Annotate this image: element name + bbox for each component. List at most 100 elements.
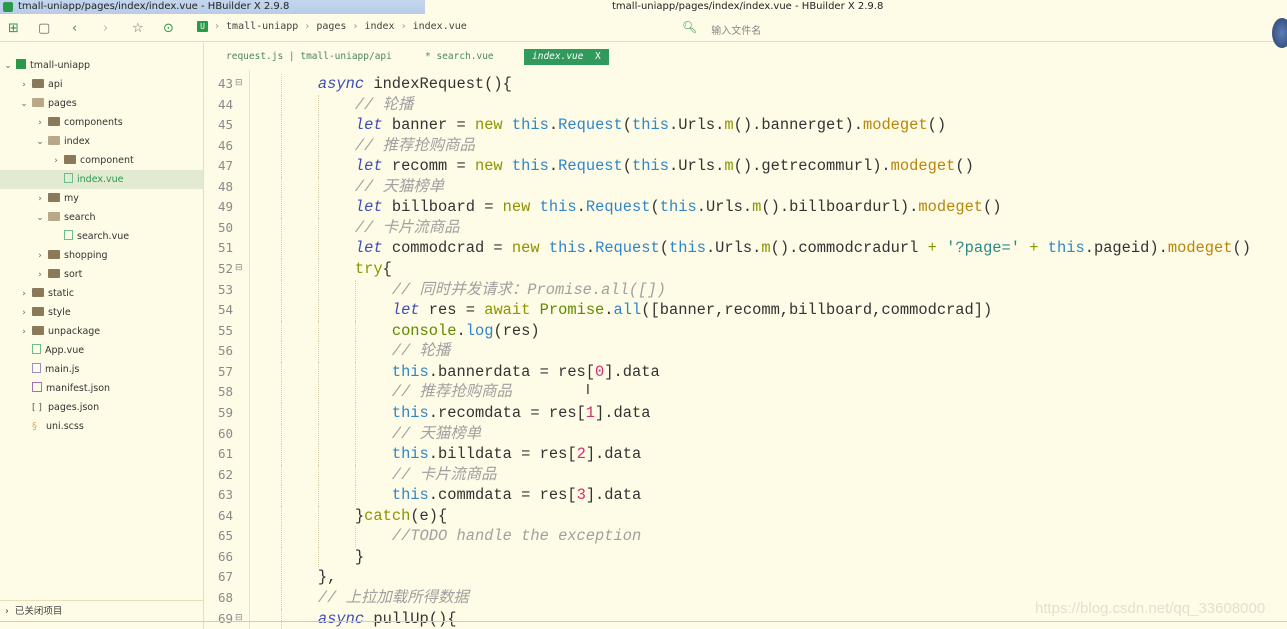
chevron-down-icon[interactable]: ⌄ bbox=[35, 209, 45, 228]
close-icon[interactable]: X bbox=[595, 51, 601, 62]
line-number: 57 bbox=[217, 363, 233, 379]
code-token: '?page=' bbox=[946, 239, 1021, 258]
tree-item[interactable]: › api bbox=[0, 75, 203, 94]
code-token: Request bbox=[585, 198, 651, 217]
code-token: let bbox=[354, 157, 383, 176]
tree-item[interactable]: › style bbox=[0, 303, 203, 322]
tab-index-vue[interactable]: index.vue X bbox=[524, 49, 609, 65]
folder-icon bbox=[32, 98, 44, 107]
code-token: () bbox=[1232, 239, 1251, 258]
breadcrumb-item[interactable]: index.vue bbox=[413, 21, 467, 32]
code-token: this bbox=[391, 445, 429, 464]
line-number: 66 bbox=[217, 548, 233, 564]
code-token: ( bbox=[622, 157, 633, 176]
tree-item[interactable]: › my bbox=[0, 189, 203, 208]
code-token: m bbox=[761, 239, 771, 258]
chevron-right-icon[interactable]: › bbox=[19, 323, 29, 342]
tree-item[interactable]: ⌄ search bbox=[0, 208, 203, 227]
tab-request-js[interactable]: request.js | tmall-uniapp/api bbox=[226, 49, 392, 65]
tree-item[interactable]: ⌄ index bbox=[0, 132, 203, 151]
tree-item[interactable]: [ ] pages.json bbox=[0, 398, 203, 417]
run-icon[interactable]: ⊙ bbox=[163, 20, 174, 38]
tree-item[interactable]: § uni.scss bbox=[0, 417, 203, 436]
code-line: async indexRequest(){ bbox=[318, 74, 512, 94]
code-token: }, bbox=[317, 568, 337, 587]
fold-icon[interactable]: ⊟ bbox=[235, 263, 243, 273]
tree-item-label: shopping bbox=[64, 250, 108, 261]
folder-icon bbox=[48, 250, 60, 259]
tree-item[interactable]: › sort bbox=[0, 265, 203, 284]
folder-icon bbox=[32, 326, 44, 335]
chevron-right-icon[interactable]: › bbox=[51, 152, 61, 171]
code-token: this bbox=[511, 157, 549, 176]
closed-projects[interactable]: › 已关闭项目 bbox=[0, 600, 203, 622]
code-line: // 轮播 bbox=[392, 341, 451, 361]
chevron-right-icon[interactable]: › bbox=[19, 304, 29, 323]
tree-item[interactable]: › shopping bbox=[0, 246, 203, 265]
code-token: this bbox=[659, 198, 697, 217]
code-token: // 轮播 bbox=[391, 342, 451, 361]
tree-item[interactable]: ⌄ pages bbox=[0, 94, 203, 113]
code-token: res = bbox=[419, 301, 485, 320]
line-number: 63 bbox=[217, 487, 233, 503]
new-file-icon[interactable]: ⊞ bbox=[8, 20, 19, 38]
breadcrumb-item[interactable]: index bbox=[364, 21, 394, 32]
code-token: this bbox=[632, 116, 669, 135]
code-editor[interactable]: 43 ⊟ async indexRequest(){44// 轮播 45 let ban… bbox=[205, 70, 1287, 629]
tree-item[interactable]: ⌄ tmall-uniapp bbox=[0, 56, 203, 75]
tree-item[interactable]: › static bbox=[0, 284, 203, 303]
code-token: // 轮播 bbox=[354, 95, 414, 114]
code-token: try bbox=[354, 260, 383, 279]
tree-item-label: uni.scss bbox=[46, 421, 84, 432]
watermark: https://blog.csdn.net/qq_33608000 bbox=[1035, 600, 1266, 617]
chevron-down-icon[interactable]: ⌄ bbox=[3, 57, 13, 76]
chevron-right-icon[interactable]: › bbox=[19, 76, 29, 95]
code-token: m bbox=[724, 116, 734, 135]
tree-item-label: unpackage bbox=[48, 326, 101, 337]
chevron-right-icon[interactable]: › bbox=[35, 114, 45, 133]
chevron-right-icon[interactable]: › bbox=[35, 247, 45, 266]
window-tab[interactable]: tmall-uniapp/pages/index/index.vue - HBu… bbox=[0, 0, 425, 14]
chevron-down-icon[interactable]: ⌄ bbox=[19, 95, 29, 114]
code-token: modeget bbox=[890, 157, 956, 176]
line-number: 58 bbox=[217, 384, 233, 400]
chevron-right-icon[interactable]: › bbox=[35, 190, 45, 209]
code-token: let bbox=[354, 116, 383, 135]
folder-icon bbox=[48, 136, 60, 145]
tree-item-label: tmall-uniapp bbox=[30, 60, 91, 71]
file-search-input[interactable]: 🔍︎ 输入文件名 bbox=[682, 21, 761, 37]
save-icon[interactable]: ▢ bbox=[38, 20, 50, 38]
tree-item[interactable]: search.vue bbox=[0, 227, 203, 246]
code-token: ().commodcradurl bbox=[770, 239, 928, 258]
tree-item[interactable]: › components bbox=[0, 113, 203, 132]
scss-icon: § bbox=[32, 421, 37, 432]
tree-item-label: my bbox=[64, 193, 79, 204]
star-icon[interactable]: ☆ bbox=[132, 20, 144, 38]
chevron-down-icon[interactable]: ⌄ bbox=[35, 133, 45, 152]
code-token: let bbox=[354, 239, 383, 258]
tree-item-label: pages.json bbox=[48, 402, 100, 413]
back-icon[interactable]: ‹ bbox=[72, 20, 77, 38]
breadcrumb-item[interactable]: tmall-uniapp bbox=[226, 21, 298, 32]
forward-icon[interactable]: › bbox=[103, 20, 108, 38]
tree-item[interactable]: main.js bbox=[0, 360, 203, 379]
chevron-right-icon: › bbox=[5, 606, 15, 617]
project-tree: ⌄ tmall-uniapp › api ⌄ pages › components ⌄ index… bbox=[0, 43, 204, 629]
tree-item[interactable]: index.vue bbox=[0, 170, 203, 189]
tree-item[interactable]: App.vue bbox=[0, 341, 203, 360]
fold-icon[interactable]: ⊟ bbox=[235, 78, 243, 88]
line-number: 46 bbox=[217, 137, 233, 153]
tree-item[interactable]: manifest.json bbox=[0, 379, 203, 398]
breadcrumb-item[interactable]: pages bbox=[316, 21, 346, 32]
code-token: // 推荐抢购商品 bbox=[391, 383, 512, 402]
tab-search-vue[interactable]: * search.vue bbox=[425, 49, 494, 65]
tree-item[interactable]: › unpackage bbox=[0, 322, 203, 341]
tree-item[interactable]: › component bbox=[0, 151, 203, 170]
tree-item-label: style bbox=[48, 307, 71, 318]
code-token: this bbox=[391, 362, 429, 381]
chevron-right-icon[interactable]: › bbox=[35, 266, 45, 285]
chevron-right-icon[interactable]: › bbox=[19, 285, 29, 304]
code-token: .Urls. bbox=[668, 157, 725, 176]
code-line: // 轮播 bbox=[355, 95, 414, 115]
code-line: let billboard = new this.Request(this.Ur… bbox=[355, 197, 1002, 217]
